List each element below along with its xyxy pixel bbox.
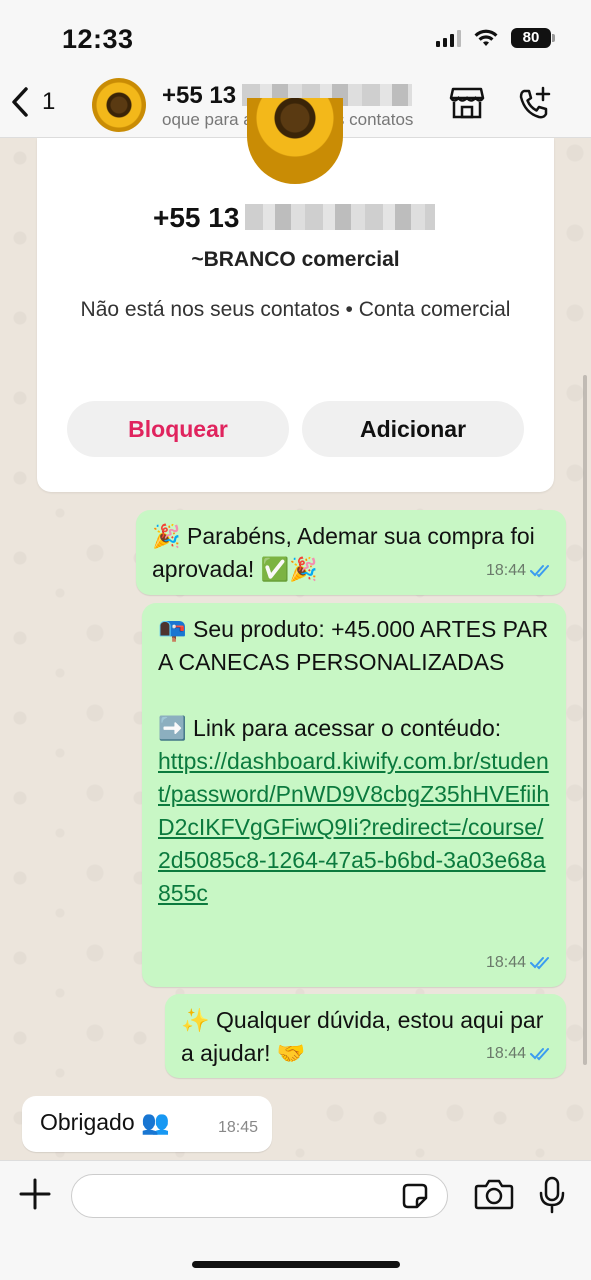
add-contact-button[interactable]: Adicionar [302,401,524,457]
message-bubble-incoming[interactable]: Obrigado 👥 18:45 [22,1096,272,1152]
back-button[interactable]: 1 [10,86,55,118]
plus-icon[interactable] [16,1175,54,1213]
block-button[interactable]: Bloquear [67,401,289,457]
message-meta: 18:44 [486,946,552,979]
unread-count: 1 [42,88,56,115]
status-icons: 80 [436,28,555,48]
contact-info-card: +55 13 ~BRANCO comercial Não está nos se… [37,98,554,492]
sticker-icon[interactable] [400,1181,430,1211]
message-meta: 18:44 [486,554,552,587]
status-bar: 12:33 80 [0,0,591,72]
message-time: 18:45 [217,1119,258,1136]
contact-avatar[interactable] [92,78,146,132]
read-ticks-icon [530,564,549,577]
input-bar [0,1160,591,1280]
camera-icon[interactable] [474,1177,514,1211]
chat-scrollbar[interactable] [583,375,587,1065]
contact-description: Não está nos seus contatos • Conta comer… [80,298,511,321]
home-indicator [192,1261,400,1268]
message-time: 18:44 [485,1045,526,1062]
wifi-icon [474,29,498,46]
card-avatar [247,98,343,184]
business-name: ~BRANCO comercial [191,248,400,271]
battery-indicator: 80 [511,28,555,48]
card-phone: +55 13 [153,202,436,234]
message-time: 18:44 [485,954,526,971]
header-actions [449,86,553,122]
microphone-icon[interactable] [538,1175,566,1215]
message-meta: 18:45 [218,1111,258,1144]
message-meta: 18:44 [486,1037,552,1070]
status-time: 12:33 [62,24,134,54]
back-chevron-icon [12,87,28,117]
read-ticks-icon [530,956,549,969]
add-call-icon[interactable] [517,86,553,122]
message-text: 📭 Seu produto: +45.000 ARTES PARA CANECA… [158,616,549,675]
message-bubble[interactable]: 🎉 Parabéns, Ademar sua compra foi aprova… [136,510,566,595]
message-bubble[interactable]: 📭 Seu produto: +45.000 ARTES PARA CANECA… [142,603,566,987]
signal-icon [436,29,461,47]
message-link[interactable]: https://dashboard.kiwify.com.br/student/… [158,745,550,910]
read-ticks-icon [530,1047,549,1060]
redacted-number [245,204,436,230]
message-text: ➡️ Link para acessar o contéudo: [158,715,502,741]
store-icon[interactable] [449,86,485,120]
message-bubble[interactable]: ✨ Qualquer dúvida, estou aqui para ajuda… [165,994,566,1078]
message-input[interactable] [71,1174,448,1218]
message-time: 18:44 [485,562,526,579]
